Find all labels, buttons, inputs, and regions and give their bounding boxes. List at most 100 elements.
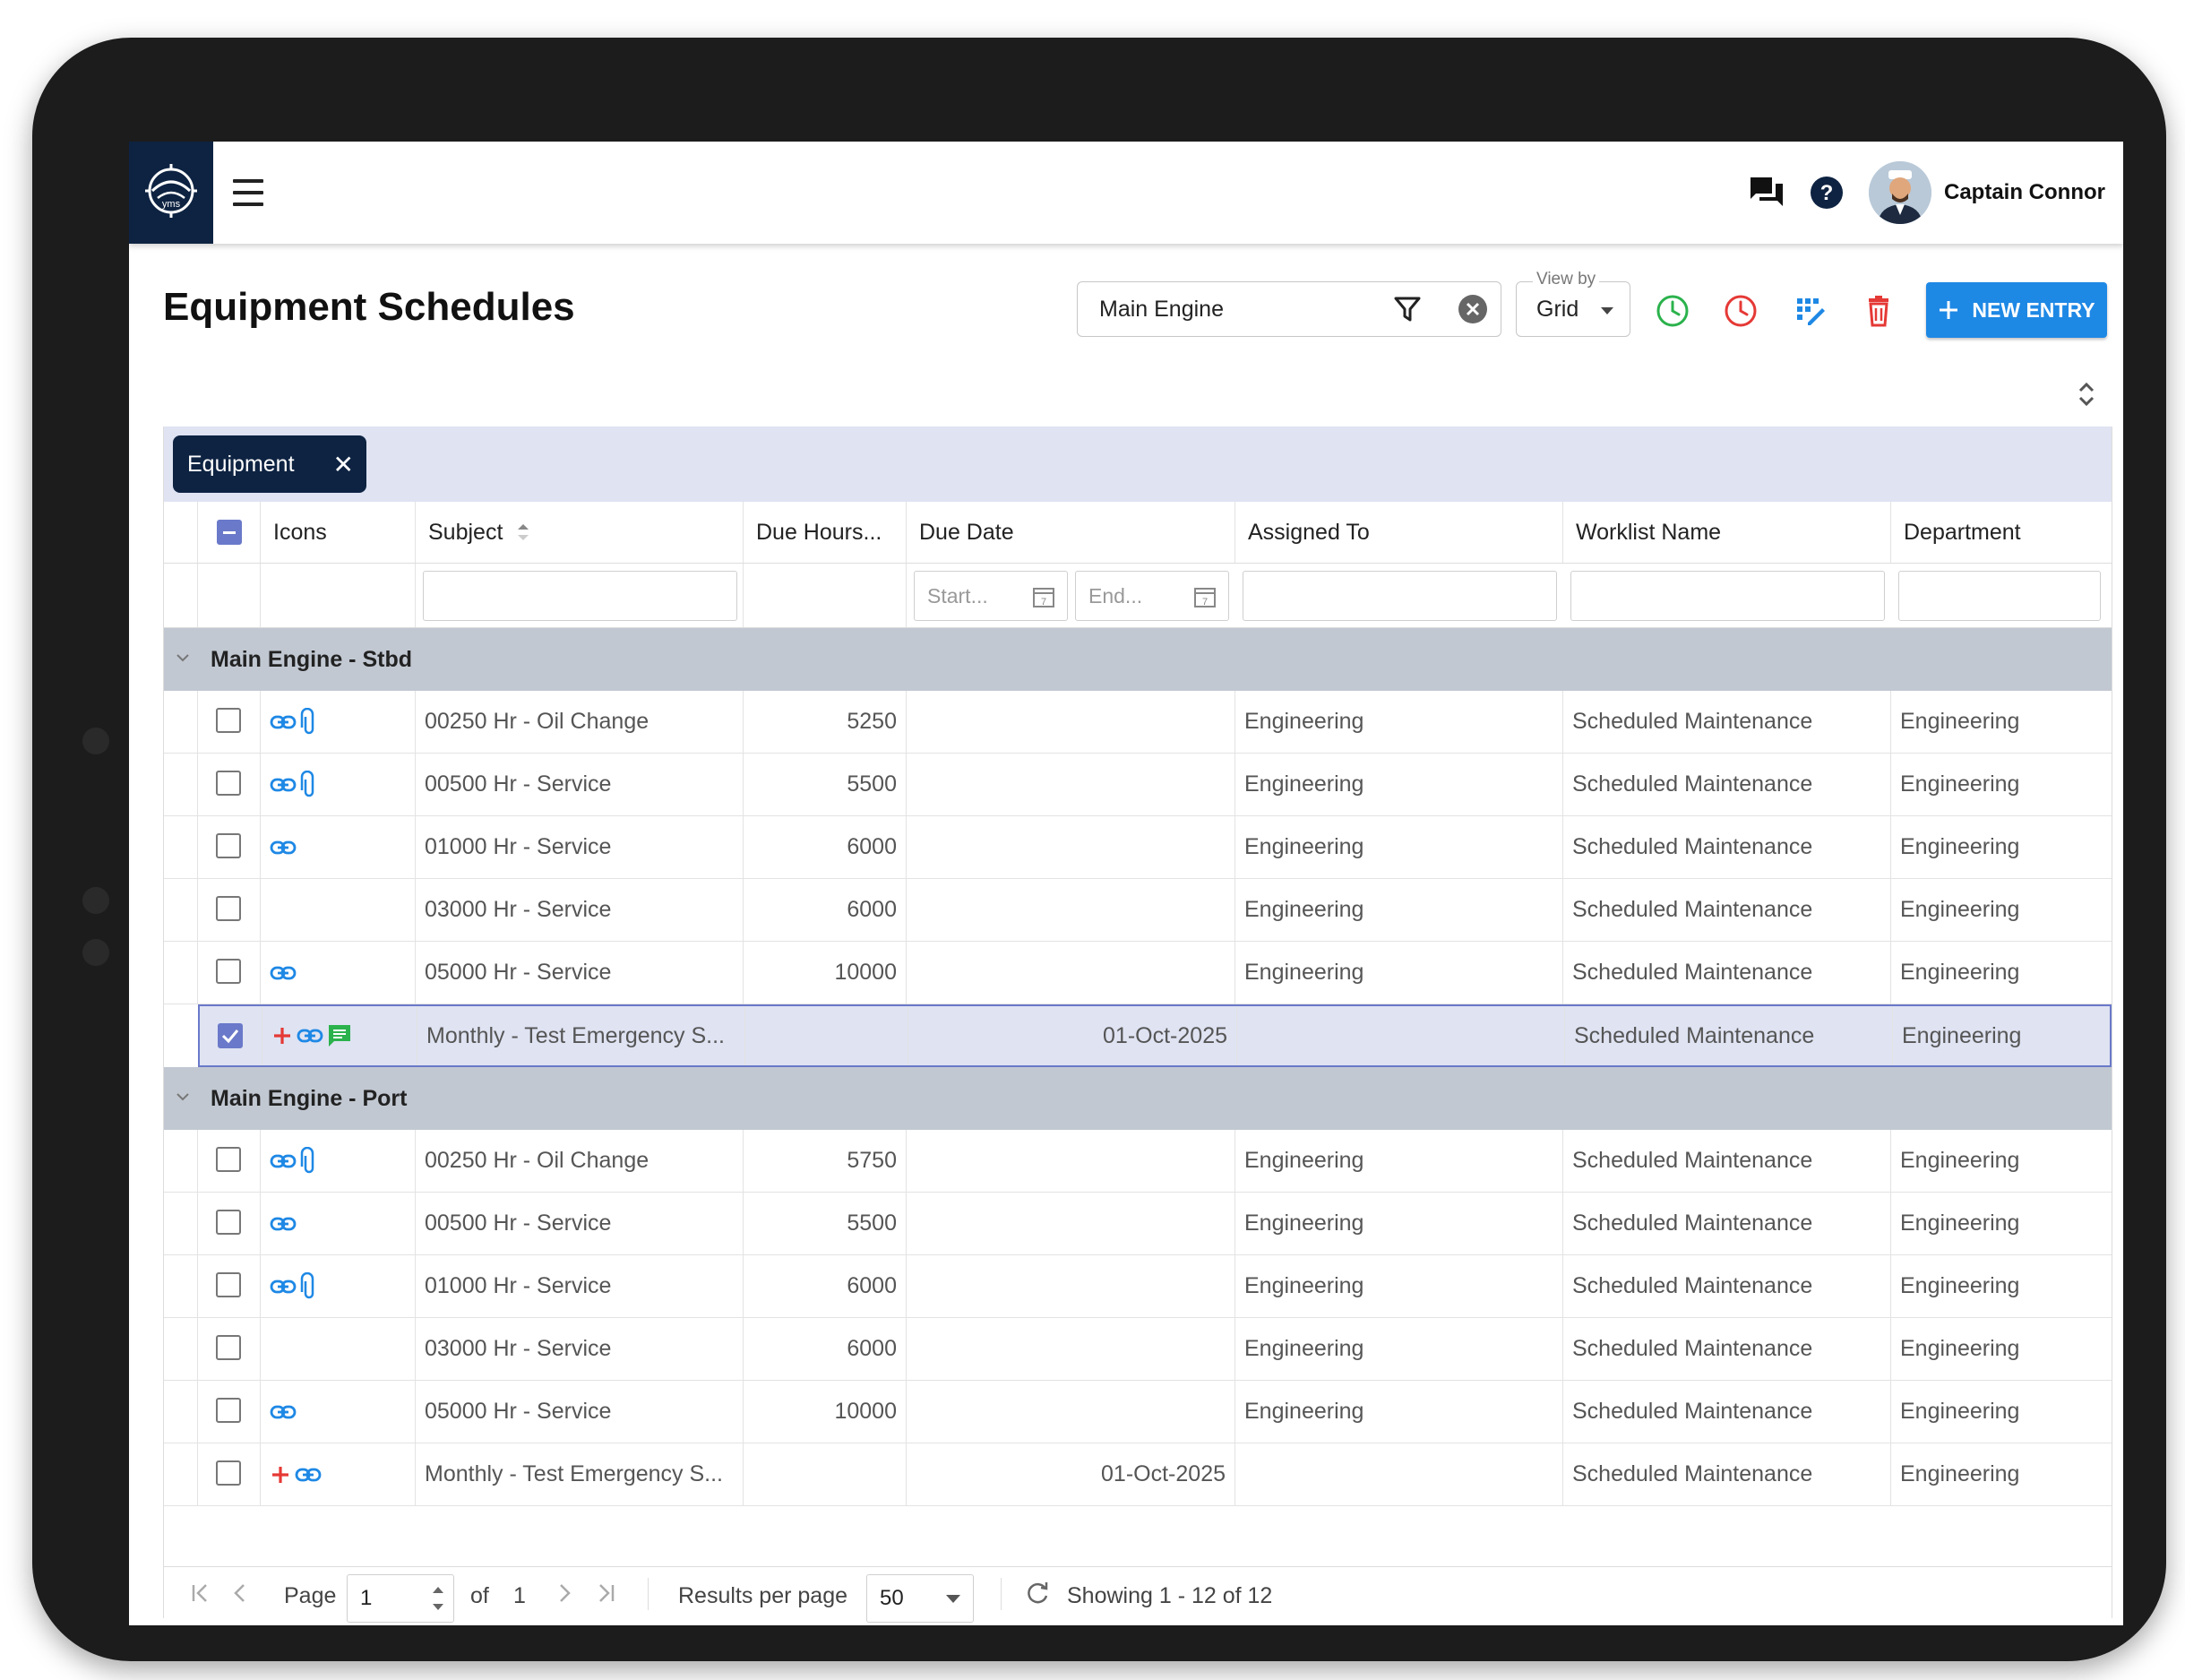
plus-icon[interactable] <box>271 1025 293 1047</box>
refresh-icon[interactable] <box>1024 1580 1051 1607</box>
worklist-filter-input[interactable] <box>1570 571 1885 621</box>
link-icon[interactable] <box>270 1151 297 1171</box>
search-input[interactable] <box>1099 296 1393 323</box>
first-page-icon[interactable] <box>189 1581 212 1605</box>
last-page-icon[interactable] <box>594 1581 617 1605</box>
column-header-assigned-to[interactable]: Assigned To <box>1235 502 1563 563</box>
stepper-icon[interactable] <box>430 1581 446 1616</box>
cell-department: Engineering <box>1891 691 2113 753</box>
column-header-worklist-name[interactable]: Worklist Name <box>1563 502 1891 563</box>
row-checkbox[interactable] <box>216 1147 241 1172</box>
chevron-down-icon[interactable] <box>173 1087 193 1107</box>
table-row[interactable]: 05000 Hr - Service 10000 Engineering Schedu… <box>164 1381 2112 1443</box>
table-row[interactable]: 00500 Hr - Service 5500 Engineering Schedul… <box>164 754 2112 816</box>
link-icon[interactable] <box>270 1277 297 1297</box>
calendar-icon[interactable]: 7 <box>1031 584 1056 609</box>
department-filter-input[interactable] <box>1898 571 2101 621</box>
next-page-icon[interactable] <box>553 1581 576 1605</box>
filter-icon[interactable] <box>1393 295 1422 323</box>
grid-edit-icon[interactable] <box>1794 294 1828 328</box>
user-name[interactable]: Captain Connor <box>1944 180 2105 205</box>
paperclip-icon[interactable] <box>300 707 318 737</box>
row-checkbox[interactable] <box>216 1335 241 1360</box>
chat-icon[interactable] <box>1749 176 1785 210</box>
results-per-page-select[interactable]: 50 <box>866 1574 974 1623</box>
table-row[interactable]: 03000 Hr - Service 6000 Engineering Schedul… <box>164 1318 2112 1381</box>
table-row[interactable]: 01000 Hr - Service 6000 Engineering Schedul… <box>164 1255 2112 1318</box>
clock-green-icon[interactable] <box>1656 294 1690 328</box>
due-date-start-filter[interactable]: Start... 7 <box>914 571 1068 621</box>
link-icon[interactable] <box>297 1026 323 1046</box>
cell-department-text: Engineering <box>1900 1461 2020 1486</box>
row-checkbox[interactable] <box>216 1210 241 1235</box>
link-icon[interactable] <box>270 963 297 983</box>
cell-due-hours: 6000 <box>744 879 907 941</box>
column-header-due-hours[interactable]: Due Hours... <box>744 502 907 563</box>
close-icon[interactable]: ✕ <box>333 450 354 479</box>
table-row[interactable]: Monthly - Test Emergency S... 01-Oct-2025… <box>198 1004 2112 1067</box>
link-icon[interactable] <box>295 1465 322 1485</box>
search-field[interactable] <box>1077 281 1501 337</box>
table-row[interactable]: 00250 Hr - Oil Change 5250 Engineering Sche… <box>164 691 2112 754</box>
link-icon[interactable] <box>270 1402 297 1422</box>
link-icon[interactable] <box>270 712 297 732</box>
plus-icon <box>1940 301 1958 319</box>
paperclip-icon[interactable] <box>300 1271 318 1301</box>
cell-assigned-to-text: Engineering <box>1244 1210 1364 1236</box>
table-row[interactable]: 01000 Hr - Service 6000 Engineering Schedul… <box>164 816 2112 879</box>
menu-icon[interactable] <box>233 179 263 206</box>
paperclip-icon[interactable] <box>300 1146 318 1176</box>
avatar[interactable] <box>1869 161 1931 224</box>
assigned-to-filter-input[interactable] <box>1243 571 1557 621</box>
row-checkbox[interactable] <box>216 1398 241 1423</box>
cell-worklist-name: Scheduled Maintenance <box>1563 1381 1891 1443</box>
calendar-icon[interactable]: 7 <box>1192 584 1217 609</box>
row-checkbox[interactable] <box>216 708 241 733</box>
row-checkbox[interactable] <box>216 896 241 921</box>
sort-icon[interactable] <box>513 521 533 544</box>
cell-department-text: Engineering <box>1900 1336 2020 1361</box>
prev-page-icon[interactable] <box>228 1581 252 1605</box>
row-checkbox[interactable] <box>216 771 241 796</box>
link-icon[interactable] <box>270 838 297 857</box>
column-header-subject[interactable]: Subject <box>416 502 744 563</box>
group-chip-equipment[interactable]: Equipment ✕ <box>173 435 366 493</box>
trash-icon[interactable] <box>1862 294 1896 328</box>
link-icon[interactable] <box>270 775 297 795</box>
row-checkbox[interactable] <box>218 1023 243 1048</box>
row-checkbox[interactable] <box>216 959 241 984</box>
table-row[interactable]: 05000 Hr - Service 10000 Engineering Schedu… <box>164 942 2112 1004</box>
link-icon[interactable] <box>270 1214 297 1234</box>
select-all-checkbox[interactable] <box>216 520 242 545</box>
cell-assigned-to-text: Engineering <box>1244 1336 1364 1361</box>
table-row[interactable]: 00500 Hr - Service 5500 Engineering Schedul… <box>164 1193 2112 1255</box>
group-row[interactable]: Main Engine - Stbd <box>164 628 2112 691</box>
cell-due-hours: 5500 <box>744 754 907 815</box>
pager: Page 1 of 1 Results per page 50 Showing … <box>164 1566 2112 1623</box>
cell-department-text: Engineering <box>1900 960 2020 985</box>
clear-icon[interactable] <box>1458 294 1488 324</box>
column-header-due-date[interactable]: Due Date <box>907 502 1235 563</box>
yms-logo[interactable]: yms <box>129 142 213 244</box>
clock-red-icon[interactable] <box>1724 294 1758 328</box>
new-entry-button[interactable]: NEW ENTRY <box>1926 282 2107 338</box>
page-number-input[interactable]: 1 <box>347 1574 454 1623</box>
chevron-down-icon[interactable] <box>173 648 193 668</box>
help-icon[interactable]: ? <box>1810 176 1844 210</box>
table-row[interactable]: 00250 Hr - Oil Change 5750 Engineering Sche… <box>164 1130 2112 1193</box>
row-checkbox[interactable] <box>216 833 241 858</box>
plus-icon[interactable] <box>270 1464 291 1486</box>
due-date-end-filter[interactable]: End... 7 <box>1075 571 1229 621</box>
column-header-icons[interactable]: Icons <box>261 502 416 563</box>
group-row[interactable]: Main Engine - Port <box>164 1067 2112 1130</box>
paperclip-icon[interactable] <box>300 770 318 799</box>
row-checkbox[interactable] <box>216 1460 241 1486</box>
table-row[interactable]: 03000 Hr - Service 6000 Engineering Schedul… <box>164 879 2112 942</box>
table-row[interactable]: Monthly - Test Emergency S... 01-Oct-2025… <box>164 1443 2112 1506</box>
cell-worklist-name-text: Scheduled Maintenance <box>1572 1461 1813 1486</box>
row-checkbox[interactable] <box>216 1272 241 1297</box>
expand-collapse-icon[interactable] <box>2073 376 2100 412</box>
comment-icon[interactable] <box>327 1023 352 1048</box>
column-header-department[interactable]: Department <box>1891 502 2113 563</box>
view-by-select[interactable]: View by Grid <box>1516 270 1630 337</box>
